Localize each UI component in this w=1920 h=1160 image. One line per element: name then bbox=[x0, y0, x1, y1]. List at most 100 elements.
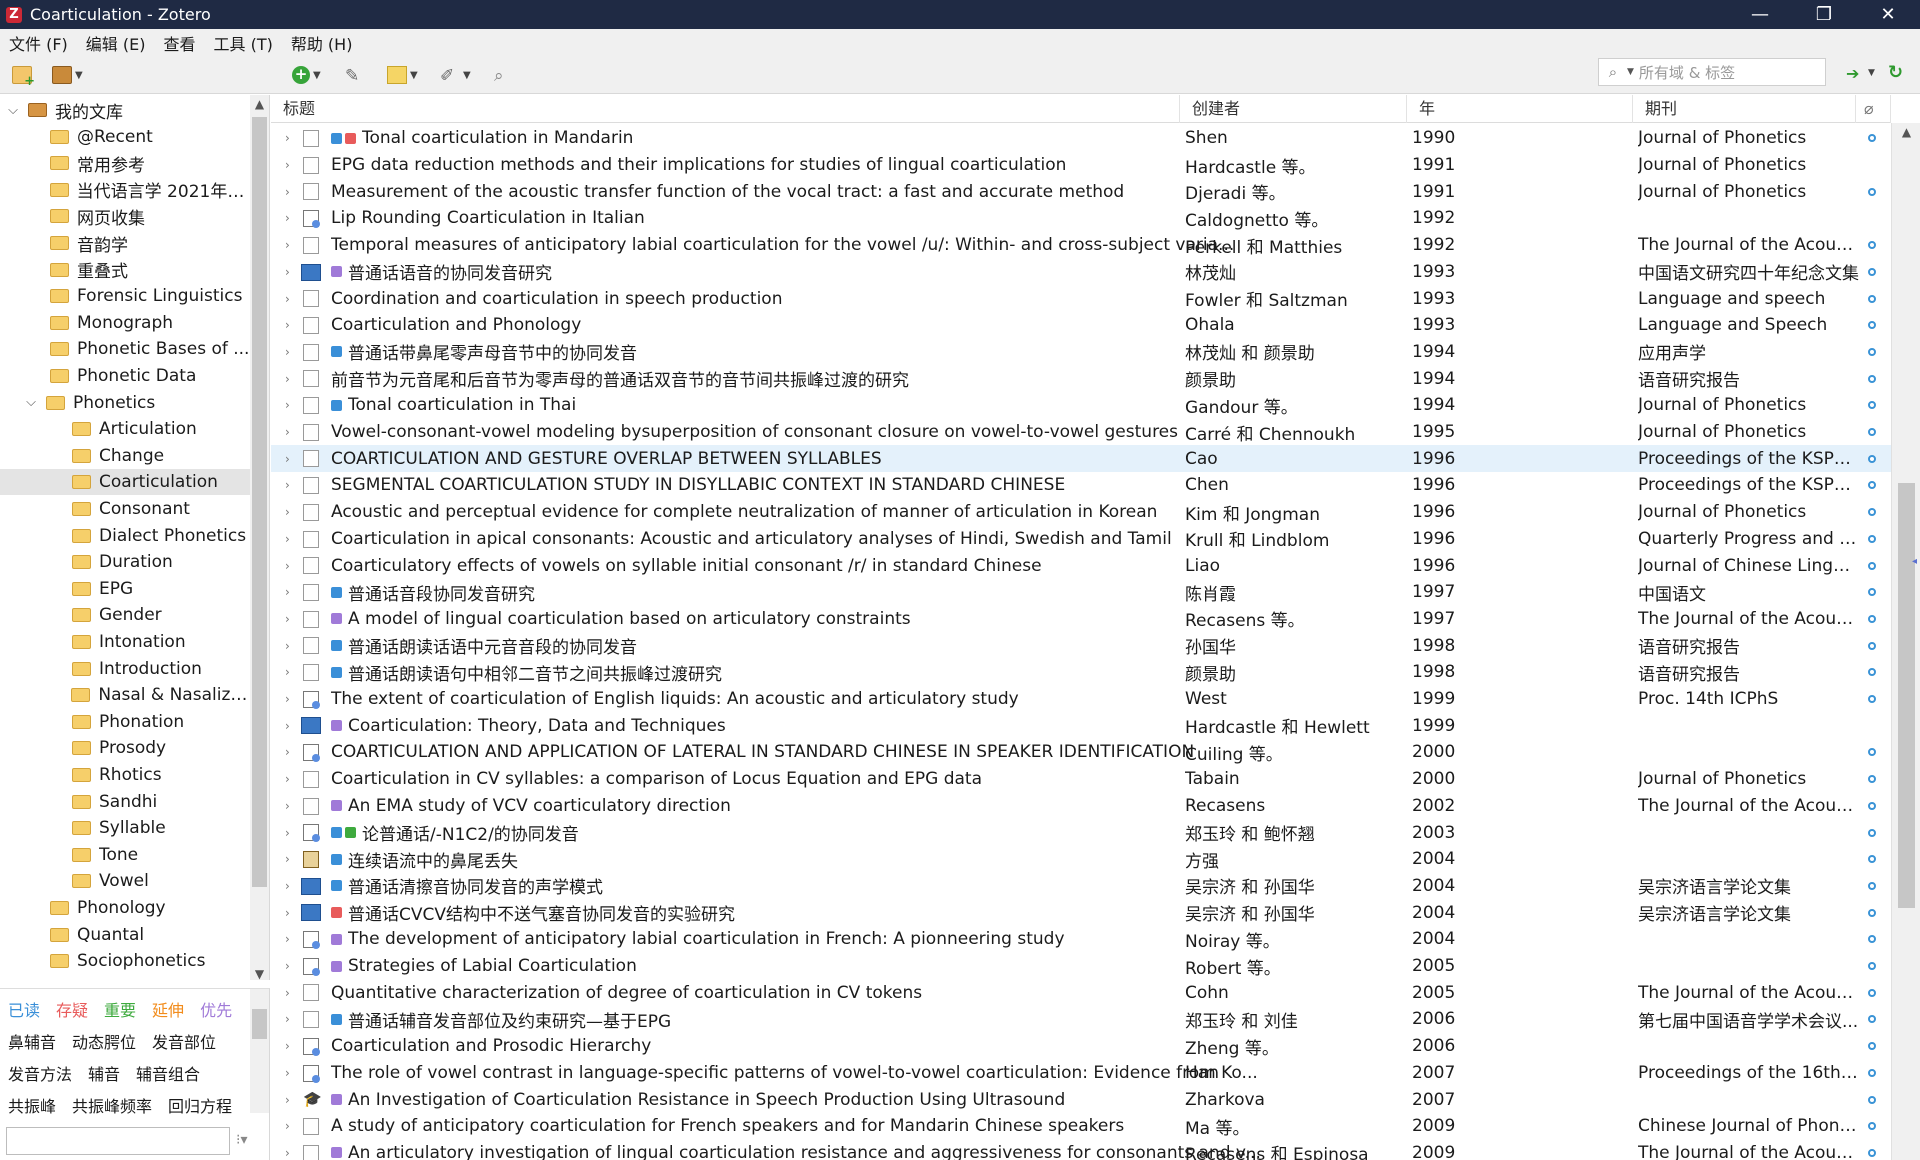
collection-item[interactable]: 重叠式 bbox=[0, 257, 250, 283]
tag[interactable]: 共振峰 bbox=[8, 1093, 56, 1117]
tag-scrollbar[interactable] bbox=[250, 989, 269, 1113]
collection-item[interactable]: Phonetic Bases of ... bbox=[0, 336, 250, 362]
attachment-dot-icon[interactable] bbox=[1868, 668, 1876, 677]
colored-tag[interactable]: 已读 bbox=[8, 997, 40, 1021]
item-row[interactable]: › Tonal coarticulation in Thai Gandour 等。 1… bbox=[271, 392, 1891, 419]
collection-item[interactable]: 常用参考 bbox=[0, 150, 250, 176]
collection-item[interactable]: Introduction bbox=[0, 656, 250, 682]
item-row[interactable]: › Coarticulation in CV syllables: a compa… bbox=[271, 766, 1891, 793]
search-field[interactable]: ⌕ ▼ 所有域 & 标签 bbox=[1598, 58, 1826, 86]
attachment-dot-icon[interactable] bbox=[1868, 241, 1876, 250]
attachment-dot-icon[interactable] bbox=[1868, 187, 1876, 196]
menu-file[interactable]: 文件 (F) bbox=[0, 31, 77, 55]
expand-twisty-icon[interactable]: › bbox=[285, 452, 295, 466]
sync-icon[interactable]: ↻ bbox=[1888, 62, 1903, 83]
expand-twisty-icon[interactable]: › bbox=[285, 719, 295, 733]
attachment-dot-icon[interactable] bbox=[1868, 988, 1876, 997]
item-row[interactable]: › Coordination and coarticulation in spee… bbox=[271, 285, 1891, 312]
expand-twisty-icon[interactable]: › bbox=[285, 158, 295, 172]
expand-twisty-icon[interactable]: › bbox=[285, 1146, 295, 1160]
attachment-dot-icon[interactable] bbox=[1868, 881, 1876, 890]
item-row[interactable]: › Lip Rounding Coarticulation in Italian C… bbox=[271, 205, 1891, 232]
item-row[interactable]: › Coarticulation: Theory, Data and Techni… bbox=[271, 712, 1891, 739]
locate-arrow-icon[interactable]: ➔ bbox=[1846, 64, 1859, 83]
add-attachment-button[interactable]: ✐ ▼ bbox=[440, 63, 471, 87]
scroll-up-icon[interactable]: ▲ bbox=[250, 97, 269, 111]
menu-view[interactable]: 查看 bbox=[154, 31, 204, 55]
item-row[interactable]: › 普通话音段协同发音研究 陈肖霞 1997 中国语文 bbox=[271, 579, 1891, 606]
item-row[interactable]: › The extent of coarticulation of English… bbox=[271, 686, 1891, 713]
collection-item[interactable]: Duration bbox=[0, 549, 250, 575]
collection-item[interactable]: Prosody bbox=[0, 735, 250, 761]
tag[interactable]: 回归方程 bbox=[168, 1093, 232, 1117]
restore-button[interactable]: ❐ bbox=[1792, 0, 1856, 29]
tag[interactable]: 动态腭位 bbox=[72, 1029, 136, 1053]
scroll-thumb[interactable] bbox=[252, 1009, 267, 1039]
expand-twisty-icon[interactable]: › bbox=[285, 131, 295, 145]
column-journal[interactable]: 期刊 bbox=[1633, 95, 1856, 123]
collection-item[interactable]: EPG bbox=[0, 576, 250, 602]
expand-twisty-icon[interactable]: › bbox=[285, 292, 295, 306]
attachment-dot-icon[interactable] bbox=[1868, 508, 1876, 517]
attachment-dot-icon[interactable] bbox=[1868, 641, 1876, 650]
search-mode-dropdown-icon[interactable]: ▼ bbox=[1627, 67, 1634, 77]
collection-item[interactable]: Phonetic Data bbox=[0, 363, 250, 389]
item-row[interactable]: › 论普通话/-N1C2/的协同发音 郑玉玲 和 鲍怀翘 2003 bbox=[271, 819, 1891, 846]
tag[interactable]: 辅音组合 bbox=[136, 1061, 200, 1085]
colored-tag[interactable]: 存疑 bbox=[56, 997, 88, 1021]
scroll-up-icon[interactable]: ▲ bbox=[1892, 125, 1920, 139]
collection-item[interactable]: Tone bbox=[0, 842, 250, 868]
item-row[interactable]: › An EMA study of VCV coarticulatory dire… bbox=[271, 793, 1891, 820]
expand-twisty-icon[interactable]: › bbox=[285, 772, 295, 786]
attachment-dot-icon[interactable] bbox=[1868, 534, 1876, 543]
attachment-dot-icon[interactable] bbox=[1868, 828, 1876, 837]
expand-twisty-icon[interactable]: › bbox=[285, 425, 295, 439]
new-item-button[interactable]: + ▼ bbox=[292, 63, 321, 87]
column-title[interactable]: 标题 bbox=[271, 95, 1180, 123]
item-row[interactable]: › A study of anticipatory coarticulation … bbox=[271, 1113, 1891, 1140]
column-year[interactable]: 年 bbox=[1407, 95, 1633, 123]
collection-item[interactable]: @Recent bbox=[0, 124, 250, 150]
chevron-down-icon[interactable]: ▼ bbox=[1868, 68, 1875, 78]
item-row[interactable]: › Coarticulation in apical consonants: Ac… bbox=[271, 526, 1891, 553]
expand-twisty-icon[interactable]: › bbox=[285, 692, 295, 706]
collection-item[interactable]: Xinan Mandarin bbox=[0, 975, 250, 980]
item-row[interactable]: › Tonal coarticulation in Mandarin Shen 199… bbox=[271, 125, 1891, 152]
items-scrollbar[interactable]: ▲ bbox=[1891, 123, 1920, 1160]
item-row[interactable]: › An articulatory investigation of lingua… bbox=[271, 1140, 1891, 1160]
collection-item[interactable]: Gender bbox=[0, 602, 250, 628]
tag[interactable]: 发音部位 bbox=[152, 1029, 216, 1053]
menu-tools[interactable]: 工具 (T) bbox=[204, 31, 281, 55]
pane-splitter-icon[interactable]: ◂ bbox=[1912, 556, 1918, 580]
collection-item[interactable]: Intonation bbox=[0, 629, 250, 655]
attachment-dot-icon[interactable] bbox=[1868, 614, 1876, 623]
collection-item[interactable]: 当代语言学 2021年0... bbox=[0, 177, 250, 203]
collection-item[interactable]: 音韵学 bbox=[0, 230, 250, 256]
item-row[interactable]: › 普通话清擦音协同发音的声学模式 吴宗济 和 孙国华 2004 吴宗济语言学论文集 bbox=[271, 873, 1891, 900]
attachment-dot-icon[interactable] bbox=[1868, 267, 1876, 276]
attachment-dot-icon[interactable] bbox=[1868, 481, 1876, 490]
collection-item[interactable]: ⌵ Phonetics bbox=[0, 390, 250, 416]
collection-item[interactable]: Coarticulation bbox=[0, 469, 250, 496]
expand-twisty-icon[interactable]: › bbox=[285, 959, 295, 973]
attachment-dot-icon[interactable] bbox=[1868, 134, 1876, 143]
attachment-dot-icon[interactable] bbox=[1868, 1122, 1876, 1131]
collection-item[interactable]: Monograph bbox=[0, 310, 250, 336]
item-row[interactable]: › COARTICULATION AND APPLICATION OF LATER… bbox=[271, 739, 1891, 766]
attachment-dot-icon[interactable] bbox=[1868, 855, 1876, 864]
item-row[interactable]: › SEGMENTAL COARTICULATION STUDY IN DISYL… bbox=[271, 472, 1891, 499]
collection-item[interactable]: Consonant bbox=[0, 496, 250, 522]
tag-actions-icon[interactable]: ⁝▾ bbox=[236, 1132, 247, 1148]
expand-twisty-icon[interactable]: › bbox=[285, 665, 295, 679]
item-row[interactable]: › 🎓 An Investigation of Coarticulation Res… bbox=[271, 1086, 1891, 1113]
new-library-button[interactable]: ▼ bbox=[52, 63, 83, 87]
expand-twisty-icon[interactable]: › bbox=[285, 1066, 295, 1080]
column-attachments-icon[interactable]: ⌀ bbox=[1856, 95, 1891, 123]
attachment-dot-icon[interactable] bbox=[1868, 935, 1876, 944]
item-row[interactable]: › Measurement of the acoustic transfer fu… bbox=[271, 178, 1891, 205]
collection-item[interactable]: Articulation bbox=[0, 416, 250, 442]
item-row[interactable]: › Coarticulation and Prosodic Hierarchy Zh… bbox=[271, 1033, 1891, 1060]
item-row[interactable]: › Quantitative characterization of degree… bbox=[271, 979, 1891, 1006]
scroll-thumb[interactable] bbox=[252, 117, 267, 887]
expand-twisty-icon[interactable]: › bbox=[285, 906, 295, 920]
